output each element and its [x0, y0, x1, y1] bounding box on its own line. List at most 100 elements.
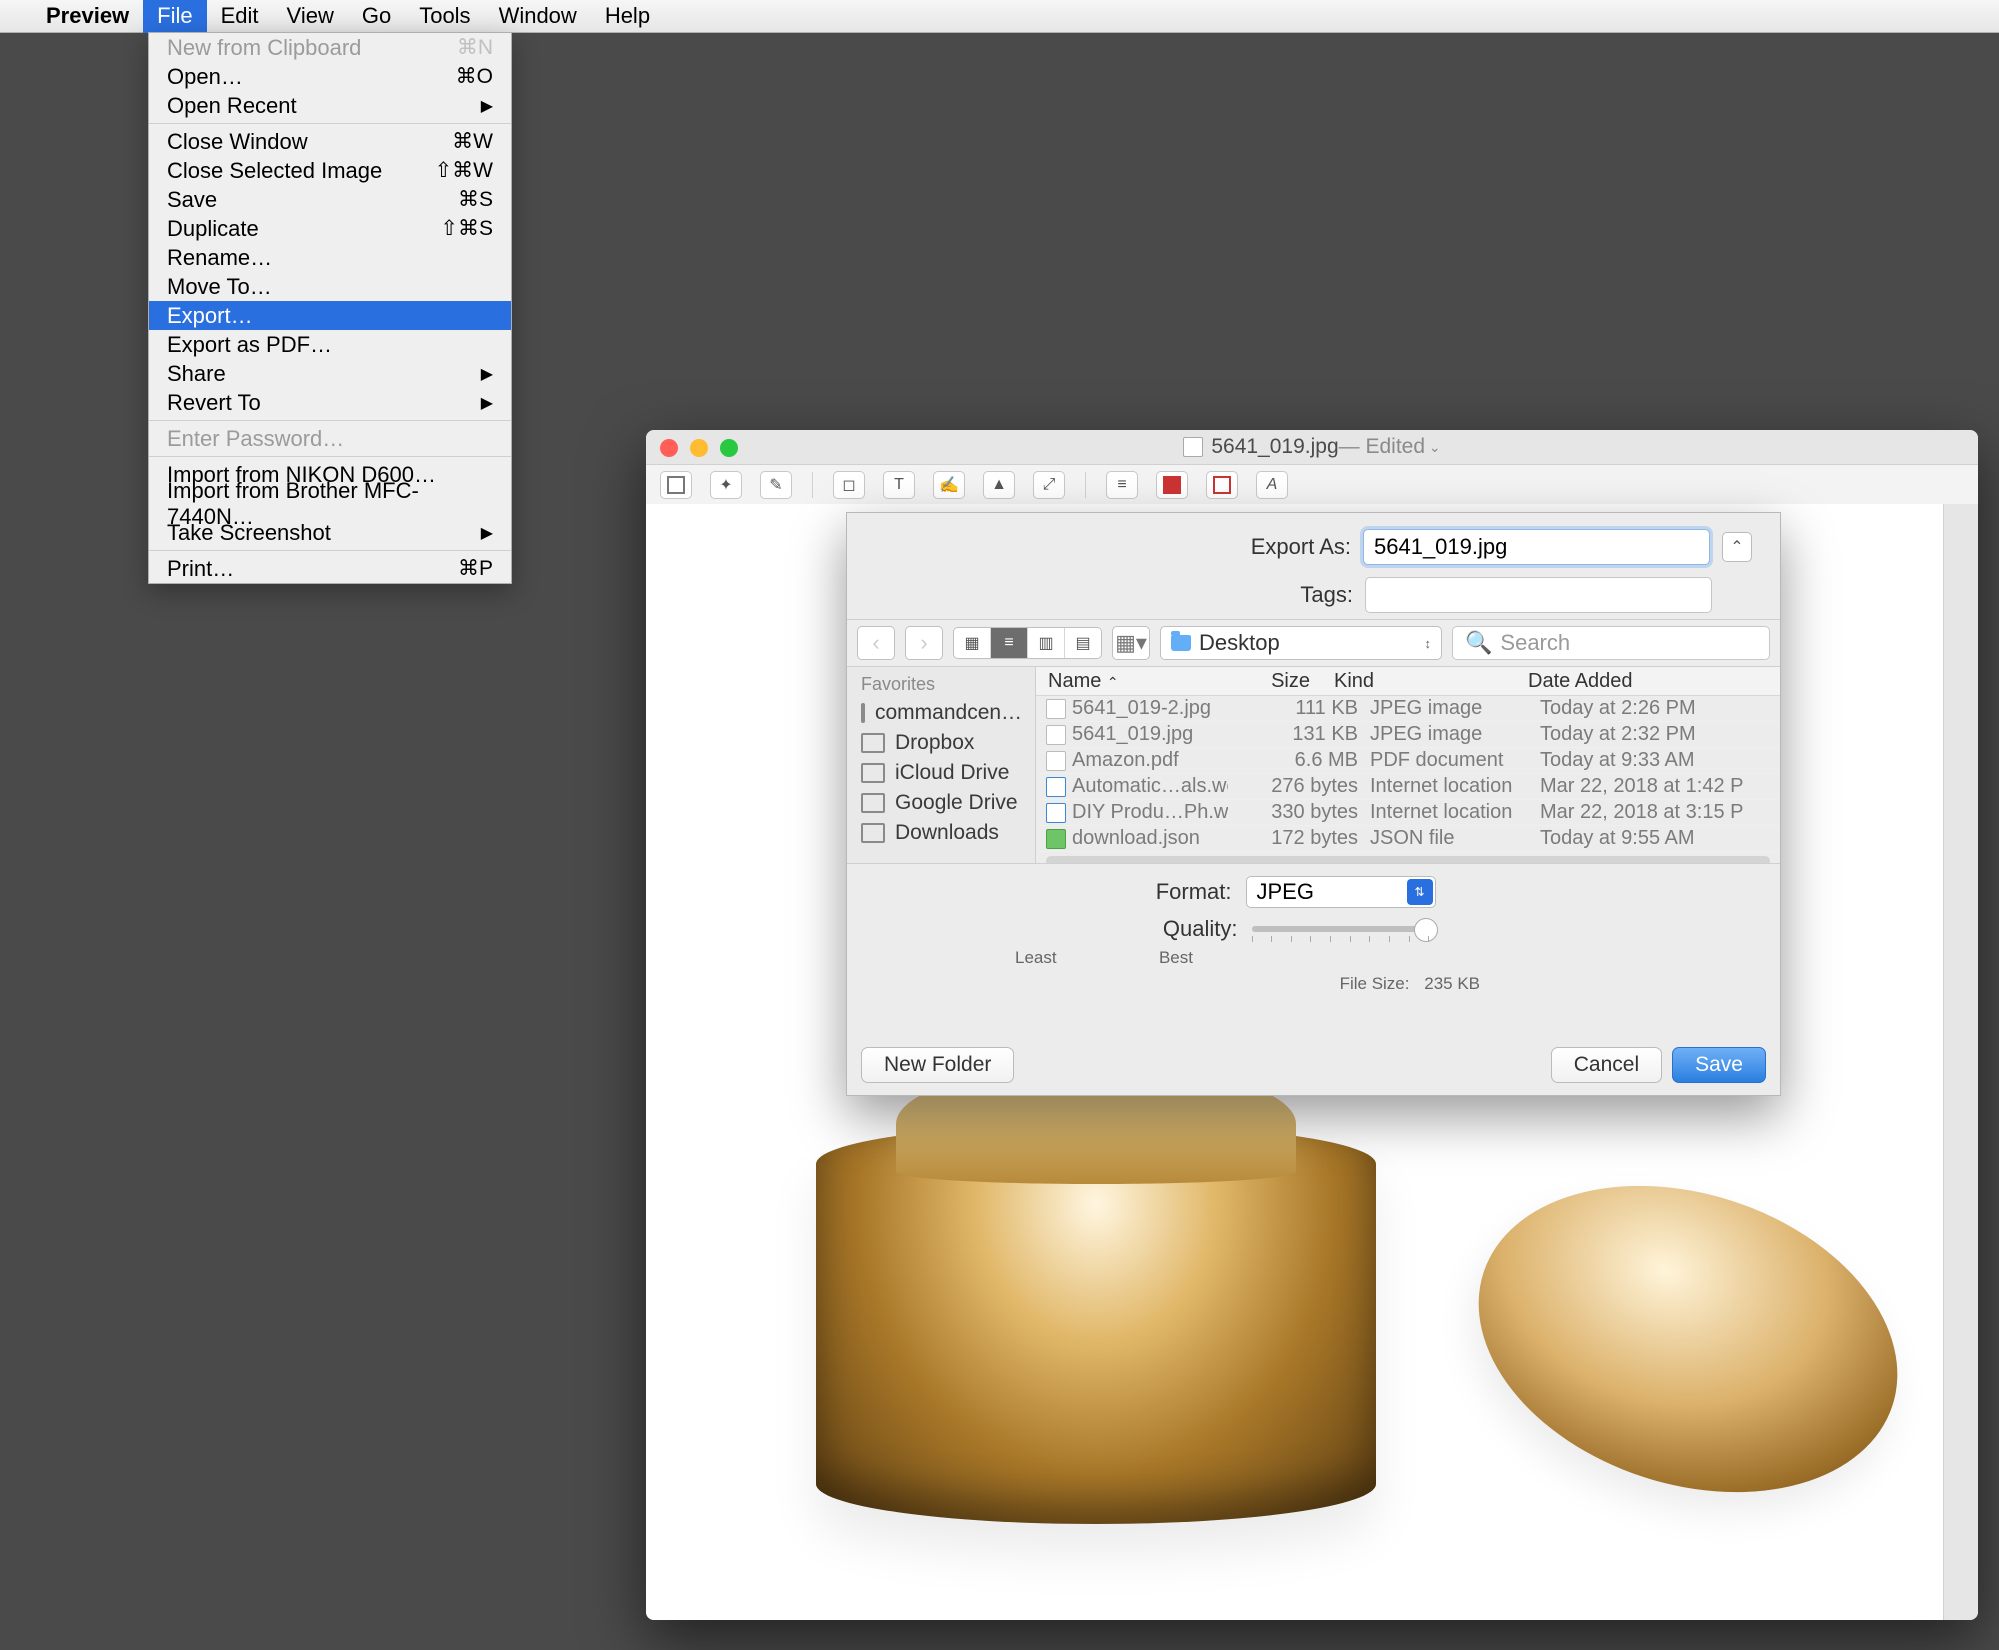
window-titlebar[interactable]: 5641_019.jpg — Edited ⌄ [646, 430, 1978, 465]
file-kind: PDF document [1370, 749, 1540, 772]
file-menu-close-window[interactable]: Close Window⌘W [149, 127, 511, 156]
view-gallery-icon[interactable]: ▤ [1065, 628, 1101, 658]
sign-tool-button[interactable]: ✍ [933, 471, 965, 499]
search-field[interactable]: 🔍 Search [1452, 626, 1770, 660]
file-row[interactable]: 5641_019-2.jpg111 KBJPEG imageToday at 2… [1036, 696, 1780, 722]
view-icons-icon[interactable]: ▦ [954, 628, 991, 658]
file-menu-enter-password: Enter Password… [149, 424, 511, 453]
file-row[interactable]: 5641_019.jpg131 KBJPEG imageToday at 2:3… [1036, 722, 1780, 748]
sidebar-item-dropbox[interactable]: Dropbox [847, 728, 1035, 758]
file-menu-print[interactable]: Print…⌘P [149, 554, 511, 583]
tags-label: Tags: [1300, 582, 1353, 608]
draw-tool-button[interactable]: ✎ [760, 471, 792, 499]
file-row[interactable]: Automatic…als.webloc276 bytesInternet lo… [1036, 774, 1780, 800]
menu-go[interactable]: Go [348, 0, 405, 33]
tags-field[interactable] [1365, 577, 1712, 613]
column-size[interactable]: Size [1168, 670, 1322, 693]
menu-tools[interactable]: Tools [405, 0, 484, 33]
window-scrollbar[interactable] [1943, 504, 1978, 1620]
file-menu-open[interactable]: Open…⌘O [149, 62, 511, 91]
format-label: Format: [1102, 879, 1232, 905]
export-filename-field[interactable] [1363, 529, 1710, 565]
file-menu-revert-to[interactable]: Revert To▶ [149, 388, 511, 417]
forward-button[interactable]: › [905, 626, 943, 660]
view-list-icon[interactable]: ≡ [991, 628, 1028, 658]
minimize-window-button[interactable] [690, 439, 708, 457]
file-menu-rename[interactable]: Rename… [149, 243, 511, 272]
quality-slider[interactable] [1252, 926, 1430, 932]
text-tool-button[interactable]: T [883, 471, 915, 499]
file-size: 330 bytes [1228, 801, 1370, 824]
file-browser: Favorites commandcen… Dropbox iCloud Dri… [847, 667, 1780, 864]
sidebar-item-home[interactable]: commandcen… [847, 698, 1035, 728]
menu-view[interactable]: View [273, 0, 348, 33]
menu-help[interactable]: Help [591, 0, 664, 33]
file-size: 172 bytes [1228, 827, 1370, 850]
menu-file[interactable]: File [143, 0, 206, 33]
sidebar-item-icloud[interactable]: iCloud Drive [847, 758, 1035, 788]
file-menu-duplicate[interactable]: Duplicate⇧⌘S [149, 214, 511, 243]
new-folder-button[interactable]: New Folder [861, 1047, 1014, 1083]
instant-alpha-button[interactable]: ✦ [710, 471, 742, 499]
save-button[interactable]: Save [1672, 1047, 1766, 1083]
file-menu-close-selected-image[interactable]: Close Selected Image⇧⌘W [149, 156, 511, 185]
file-menu-export-as-pdf[interactable]: Export as PDF… [149, 330, 511, 359]
menu-window[interactable]: Window [485, 0, 591, 33]
file-menu-save[interactable]: Save⌘S [149, 185, 511, 214]
border-color-button[interactable] [1206, 471, 1238, 499]
column-date-added[interactable]: Date Added [1516, 670, 1780, 693]
home-icon [861, 703, 865, 723]
file-menu-import-from-brother-mfc-7440n[interactable]: Import from Brother MFC-7440N… [149, 489, 511, 518]
sidebar-item-downloads[interactable]: Downloads [847, 818, 1035, 848]
file-list-header[interactable]: Name ⌃ Size Kind Date Added [1036, 667, 1780, 696]
file-menu-move-to[interactable]: Move To… [149, 272, 511, 301]
adjust-size-button[interactable]: ⤢ [1033, 471, 1065, 499]
downloads-icon [861, 823, 885, 843]
window-edited-indicator[interactable]: — Edited [1339, 435, 1425, 459]
submenu-arrow-icon: ▶ [481, 523, 493, 543]
file-row[interactable]: download.json172 bytesJSON fileToday at … [1036, 826, 1780, 852]
toolbar-separator [1085, 472, 1086, 498]
file-list[interactable]: Name ⌃ Size Kind Date Added 5641_019-2.j… [1036, 667, 1780, 863]
group-by-button[interactable]: ▦▾ [1112, 626, 1150, 660]
file-icon [1046, 777, 1066, 797]
close-window-button[interactable] [660, 439, 678, 457]
format-popup[interactable]: JPEG ⇅ [1246, 876, 1436, 908]
zoom-window-button[interactable] [720, 439, 738, 457]
horizontal-scrollbar[interactable] [1046, 856, 1770, 863]
column-kind[interactable]: Kind [1322, 670, 1516, 693]
collapse-browser-button[interactable]: ⌃ [1722, 532, 1752, 562]
file-menu-open-recent[interactable]: Open Recent▶ [149, 91, 511, 120]
location-popup[interactable]: Desktop ↕ [1160, 626, 1442, 660]
sidebar-item-gdrive[interactable]: Google Drive [847, 788, 1035, 818]
submenu-arrow-icon: ▶ [481, 393, 493, 413]
view-columns-icon[interactable]: ▥ [1028, 628, 1065, 658]
column-name[interactable]: Name ⌃ [1036, 670, 1168, 693]
folder-icon [1171, 635, 1191, 651]
file-date: Today at 2:26 PM [1540, 697, 1780, 720]
file-size: 6.6 MB [1228, 749, 1370, 772]
popup-chevrons-icon: ⇅ [1407, 879, 1433, 905]
back-button[interactable]: ‹ [857, 626, 895, 660]
title-chevron-icon[interactable]: ⌄ [1425, 439, 1441, 456]
file-menu-export[interactable]: Export… [149, 301, 511, 330]
format-value: JPEG [1257, 879, 1314, 905]
adjust-color-button[interactable]: ▲ [983, 471, 1015, 499]
text-style-button[interactable]: A [1256, 471, 1288, 499]
document-proxy-icon[interactable] [1183, 437, 1203, 457]
file-row[interactable]: DIY Produ…Ph.webloc330 bytesInternet loc… [1036, 800, 1780, 826]
fill-color-button[interactable] [1156, 471, 1188, 499]
file-menu-share[interactable]: Share▶ [149, 359, 511, 388]
file-name: DIY Produ…Ph.webloc [1072, 801, 1228, 824]
selection-tool-button[interactable] [660, 471, 692, 499]
menu-edit[interactable]: Edit [207, 0, 273, 33]
file-row[interactable]: Amazon.pdf6.6 MBPDF documentToday at 9:3… [1036, 748, 1780, 774]
app-menu-preview[interactable]: Preview [32, 0, 143, 33]
line-style-button[interactable]: ≡ [1106, 471, 1138, 499]
file-date: Today at 9:33 AM [1540, 749, 1780, 772]
view-mode-switcher[interactable]: ▦ ≡ ▥ ▤ [953, 627, 1102, 659]
toolbar-separator [812, 472, 813, 498]
icloud-icon [861, 763, 885, 783]
shapes-tool-button[interactable]: ◻ [833, 471, 865, 499]
cancel-button[interactable]: Cancel [1551, 1047, 1662, 1083]
